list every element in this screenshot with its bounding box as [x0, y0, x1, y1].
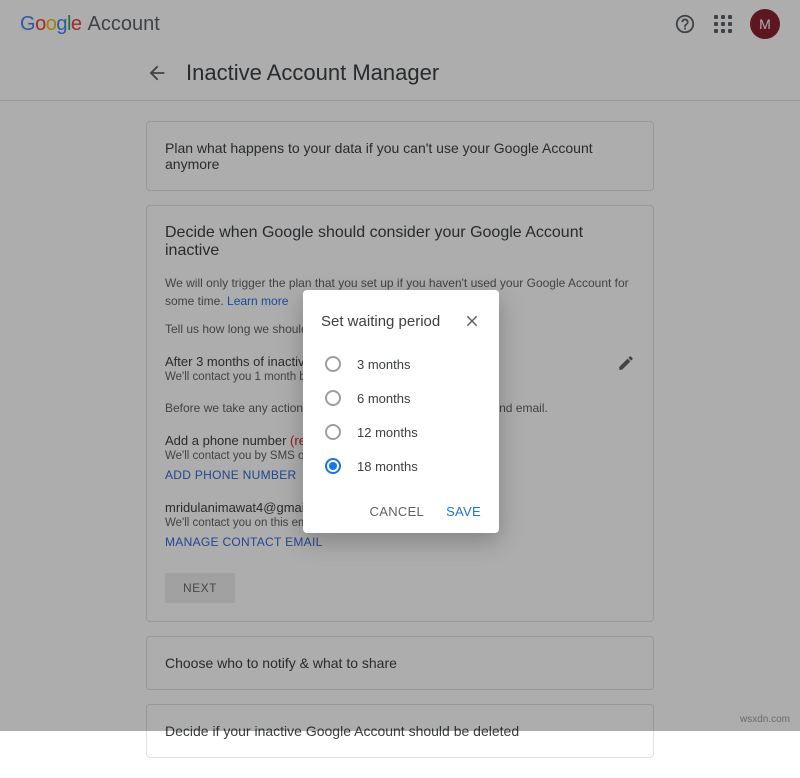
radio-icon — [325, 424, 341, 440]
waiting-period-dialog: Set waiting period 3 months 6 months 12 … — [303, 290, 499, 533]
close-icon[interactable] — [463, 312, 481, 330]
radio-option-6-months[interactable]: 6 months — [321, 384, 481, 418]
radio-option-18-months[interactable]: 18 months — [321, 452, 481, 486]
radio-icon-selected — [325, 458, 341, 474]
radio-option-12-months[interactable]: 12 months — [321, 418, 481, 452]
cancel-button[interactable]: CANCEL — [370, 504, 425, 519]
dialog-title: Set waiting period — [321, 313, 440, 330]
save-button[interactable]: SAVE — [446, 504, 481, 519]
radio-icon — [325, 390, 341, 406]
radio-icon — [325, 356, 341, 372]
radio-option-3-months[interactable]: 3 months — [321, 350, 481, 384]
